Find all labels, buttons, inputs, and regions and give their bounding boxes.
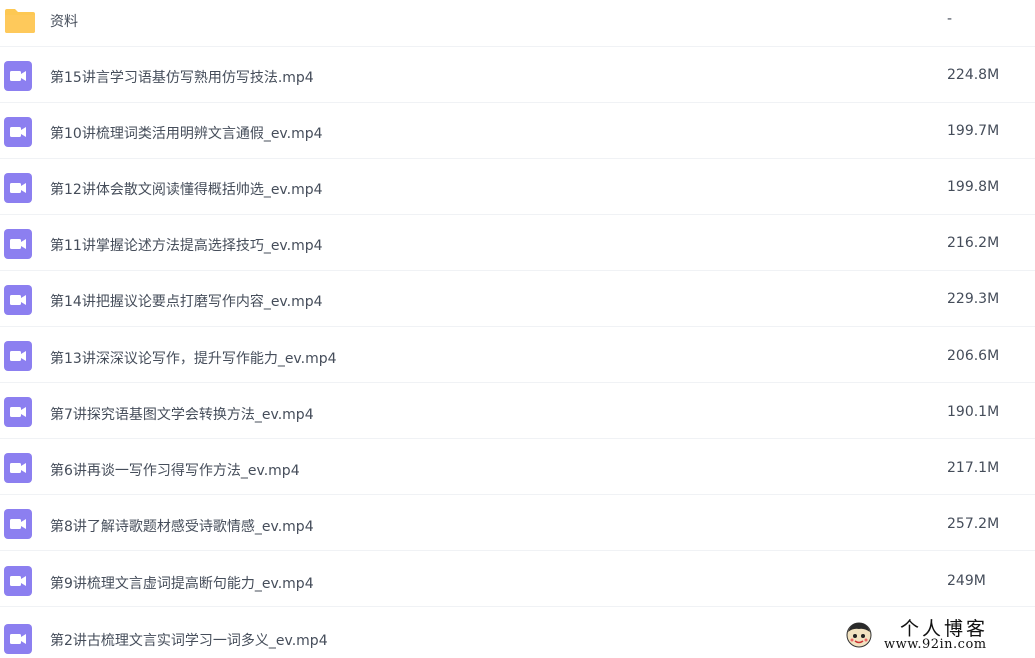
list-item[interactable]: 第11讲掌握论述方法提高选择技巧_ev.mp4 216.2M <box>0 215 1035 271</box>
file-size: 229.3M <box>947 291 1000 307</box>
list-item[interactable]: 第15讲言学习语基仿写熟用仿写技法.mp4 224.8M <box>0 47 1035 103</box>
file-name: 第13讲深深议论写作，提升写作能力_ev.mp4 <box>50 351 337 367</box>
file-list: 资料 - 第15讲言学习语基仿写熟用仿写技法.mp4 224.8M 第10讲梳理… <box>0 0 1035 658</box>
video-file-icon <box>4 173 34 203</box>
video-file-icon <box>4 341 34 371</box>
list-item[interactable]: 第14讲把握议论要点打磨写作内容_ev.mp4 229.3M <box>0 271 1035 327</box>
file-name: 第8讲了解诗歌题材感受诗歌情感_ev.mp4 <box>50 519 314 535</box>
video-file-icon <box>4 61 34 91</box>
file-size: 224.8M <box>947 67 1000 83</box>
list-item[interactable]: 资料 - <box>0 0 1035 47</box>
file-name: 第10讲梳理词类活用明辨文言通假_ev.mp4 <box>50 126 323 142</box>
list-item[interactable]: 第6讲再谈一写作习得写作方法_ev.mp4 217.1M <box>0 439 1035 495</box>
file-name: 资料 <box>50 14 78 30</box>
file-size: 206.6M <box>947 348 1000 364</box>
list-item[interactable]: 第10讲梳理词类活用明辨文言通假_ev.mp4 199.7M <box>0 103 1035 159</box>
file-name: 第9讲梳理文言虚词提高断句能力_ev.mp4 <box>50 576 314 592</box>
file-name: 第11讲掌握论述方法提高选择技巧_ev.mp4 <box>50 238 323 254</box>
video-file-icon <box>4 397 34 427</box>
file-name: 第14讲把握议论要点打磨写作内容_ev.mp4 <box>50 294 323 310</box>
video-file-icon <box>4 624 34 654</box>
file-name: 第12讲体会散文阅读懂得概括帅选_ev.mp4 <box>50 182 323 198</box>
file-name: 第15讲言学习语基仿写熟用仿写技法.mp4 <box>50 70 314 86</box>
file-size: 190.1M <box>947 404 1000 420</box>
file-size: 216.2M <box>947 235 1000 251</box>
video-file-icon <box>4 229 34 259</box>
video-file-icon <box>4 509 34 539</box>
file-size: - <box>947 11 953 27</box>
file-name: 第7讲探究语基图文学会转换方法_ev.mp4 <box>50 407 314 423</box>
watermark: 个人博客 www.92in.com <box>840 612 1030 656</box>
list-item[interactable]: 第8讲了解诗歌题材感受诗歌情感_ev.mp4 257.2M <box>0 495 1035 551</box>
video-file-icon <box>4 453 34 483</box>
file-size: 249M <box>947 573 986 589</box>
list-item[interactable]: 第9讲梳理文言虚词提高断句能力_ev.mp4 249M <box>0 551 1035 607</box>
file-size: 199.8M <box>947 179 1000 195</box>
video-file-icon <box>4 566 34 596</box>
file-name: 第2讲古梳理文言实词学习一词多义_ev.mp4 <box>50 633 328 649</box>
list-item[interactable]: 第13讲深深议论写作，提升写作能力_ev.mp4 206.6M <box>0 327 1035 383</box>
mascot-logo-icon <box>844 620 874 650</box>
list-item[interactable]: 第12讲体会散文阅读懂得概括帅选_ev.mp4 199.8M <box>0 159 1035 215</box>
file-size: 257.2M <box>947 516 1000 532</box>
watermark-url: www.92in.com <box>884 637 987 652</box>
video-file-icon <box>4 117 34 147</box>
file-name: 第6讲再谈一写作习得写作方法_ev.mp4 <box>50 463 300 479</box>
list-item[interactable]: 第7讲探究语基图文学会转换方法_ev.mp4 190.1M <box>0 383 1035 439</box>
folder-icon <box>4 8 35 38</box>
video-file-icon <box>4 285 34 315</box>
file-size: 217.1M <box>947 460 1000 476</box>
file-size: 199.7M <box>947 123 1000 139</box>
